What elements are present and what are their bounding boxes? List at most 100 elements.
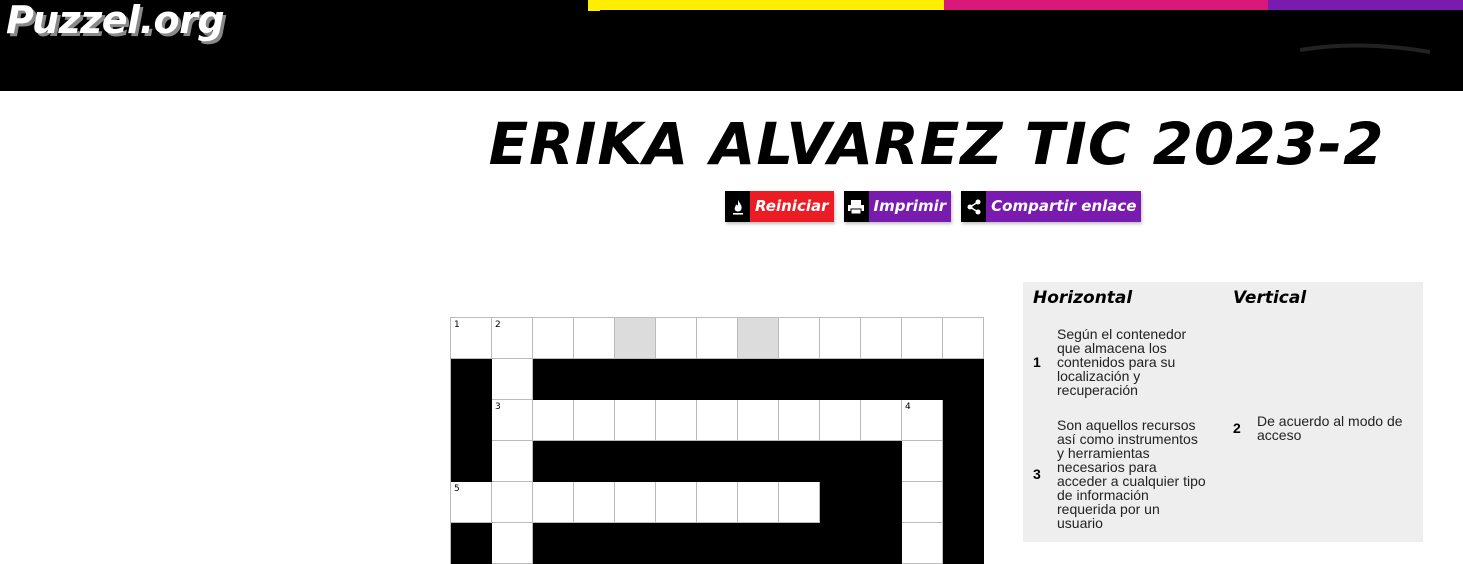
grid-cell[interactable] — [738, 400, 779, 441]
print-icon — [843, 191, 869, 222]
grid-cell-blocked — [656, 523, 697, 564]
grid-cell[interactable] — [697, 482, 738, 523]
grid-cell[interactable] — [820, 318, 861, 359]
grid-cell-blocked — [656, 441, 697, 482]
action-buttons: Reiniciar Imprimir Compartir enlace — [725, 191, 1142, 222]
clue-number: 2 — [1233, 420, 1241, 436]
share-link-button-label: Compartir enlace — [986, 191, 1142, 222]
grid-cell-blocked — [779, 441, 820, 482]
grid-cell-blocked — [656, 359, 697, 400]
grid-cell-blocked — [697, 523, 738, 564]
clue-number: 1 — [1033, 354, 1041, 370]
grid-cell[interactable] — [615, 400, 656, 441]
clue-text: Son aquellos recursos así como instrumen… — [1057, 417, 1206, 531]
cell-number: 3 — [495, 402, 501, 412]
clue-text: Según el contenedor que almacena los con… — [1057, 326, 1187, 398]
grid-cell-blocked — [943, 359, 984, 400]
grid-cell-blocked — [861, 523, 902, 564]
grid-cell-blocked — [861, 482, 902, 523]
puzzle-title: ERIKA ALVAREZ TIC 2023-2 — [488, 110, 1385, 178]
grid-cell[interactable]: 4 — [902, 400, 943, 441]
grid-cell[interactable] — [902, 318, 943, 359]
clue-horizontal-3[interactable]: 3 Son aquellos recursos así como instrum… — [1023, 418, 1223, 530]
grid-cell-blocked — [451, 441, 492, 482]
grid-cell[interactable]: 2 — [492, 318, 533, 359]
grid-cell[interactable] — [574, 318, 615, 359]
cell-number: 1 — [454, 320, 460, 330]
grid-cell[interactable] — [738, 318, 779, 359]
grid-cell-blocked — [574, 441, 615, 482]
clue-vertical-2[interactable]: 2 De acuerdo al modo de acceso — [1223, 414, 1423, 442]
cell-number: 4 — [905, 402, 911, 412]
grid-cell-blocked — [820, 482, 861, 523]
grid-cell-blocked — [820, 523, 861, 564]
header-brush-decoration — [600, 10, 1463, 54]
grid-cell[interactable]: 5 — [451, 482, 492, 523]
grid-cell-blocked — [697, 441, 738, 482]
clue-horizontal-1[interactable]: 1 Según el contenedor que almacena los c… — [1023, 327, 1223, 397]
grid-cell[interactable] — [492, 523, 533, 564]
clues-panel: Horizontal Vertical 1 Según el contenedo… — [1023, 282, 1423, 542]
grid-cell-blocked — [861, 359, 902, 400]
clue-number: 3 — [1033, 466, 1041, 482]
site-logo[interactable]: Puzzel.org — [6, 0, 225, 42]
grid-cell[interactable] — [574, 400, 615, 441]
grid-cell-blocked — [451, 359, 492, 400]
grid-cell[interactable] — [902, 482, 943, 523]
horizontal-heading: Horizontal — [1033, 288, 1133, 308]
grid-cell-blocked — [943, 441, 984, 482]
grid-cell-blocked — [738, 523, 779, 564]
grid-cell[interactable] — [492, 482, 533, 523]
grid-cell[interactable] — [902, 523, 943, 564]
grid-cell[interactable] — [492, 359, 533, 400]
grid-cell[interactable] — [615, 318, 656, 359]
grid-cell[interactable] — [738, 482, 779, 523]
grid-cell[interactable] — [615, 482, 656, 523]
grid-cell-blocked — [820, 441, 861, 482]
grid-cell-blocked — [738, 441, 779, 482]
grid-cell[interactable] — [697, 318, 738, 359]
grid-cell-blocked — [533, 441, 574, 482]
grid-cell[interactable] — [492, 441, 533, 482]
grid-cell-blocked — [779, 359, 820, 400]
print-button-label: Imprimir — [868, 191, 952, 222]
grid-cell[interactable]: 1 — [451, 318, 492, 359]
vertical-heading: Vertical — [1233, 288, 1307, 308]
grid-cell[interactable] — [779, 318, 820, 359]
grid-cell[interactable] — [779, 482, 820, 523]
share-link-button[interactable]: Compartir enlace — [961, 191, 1142, 222]
clue-text: De acuerdo al modo de acceso — [1257, 413, 1403, 443]
grid-cell-blocked — [451, 400, 492, 441]
grid-cell-blocked — [943, 482, 984, 523]
grid-cell-blocked — [574, 359, 615, 400]
reset-button[interactable]: Reiniciar — [725, 191, 834, 222]
grid-cell-blocked — [779, 523, 820, 564]
cell-number: 5 — [454, 484, 460, 494]
print-button[interactable]: Imprimir — [843, 191, 952, 222]
grid-cell-blocked — [820, 359, 861, 400]
grid-cell[interactable] — [902, 441, 943, 482]
grid-cell[interactable] — [574, 482, 615, 523]
grid-cell-blocked — [697, 359, 738, 400]
grid-cell-blocked — [738, 359, 779, 400]
grid-cell[interactable]: 3 — [492, 400, 533, 441]
grid-cell[interactable] — [861, 400, 902, 441]
grid-cell[interactable] — [533, 482, 574, 523]
grid-cell[interactable] — [820, 400, 861, 441]
grid-cell[interactable] — [779, 400, 820, 441]
grid-cell-blocked — [533, 359, 574, 400]
grid-cell[interactable] — [943, 318, 984, 359]
grid-cell[interactable] — [656, 400, 697, 441]
grid-cell[interactable] — [656, 482, 697, 523]
grid-cell-blocked — [574, 523, 615, 564]
grid-cell[interactable] — [697, 400, 738, 441]
grid-cell[interactable] — [533, 400, 574, 441]
grid-cell-blocked — [451, 523, 492, 564]
grid-cell-blocked — [902, 359, 943, 400]
grid-cell[interactable] — [656, 318, 697, 359]
grid-cell[interactable] — [533, 318, 574, 359]
reset-icon — [725, 191, 750, 222]
share-icon — [961, 191, 987, 222]
crossword-grid: 1 2 3 4 5 — [450, 317, 984, 564]
grid-cell[interactable] — [861, 318, 902, 359]
